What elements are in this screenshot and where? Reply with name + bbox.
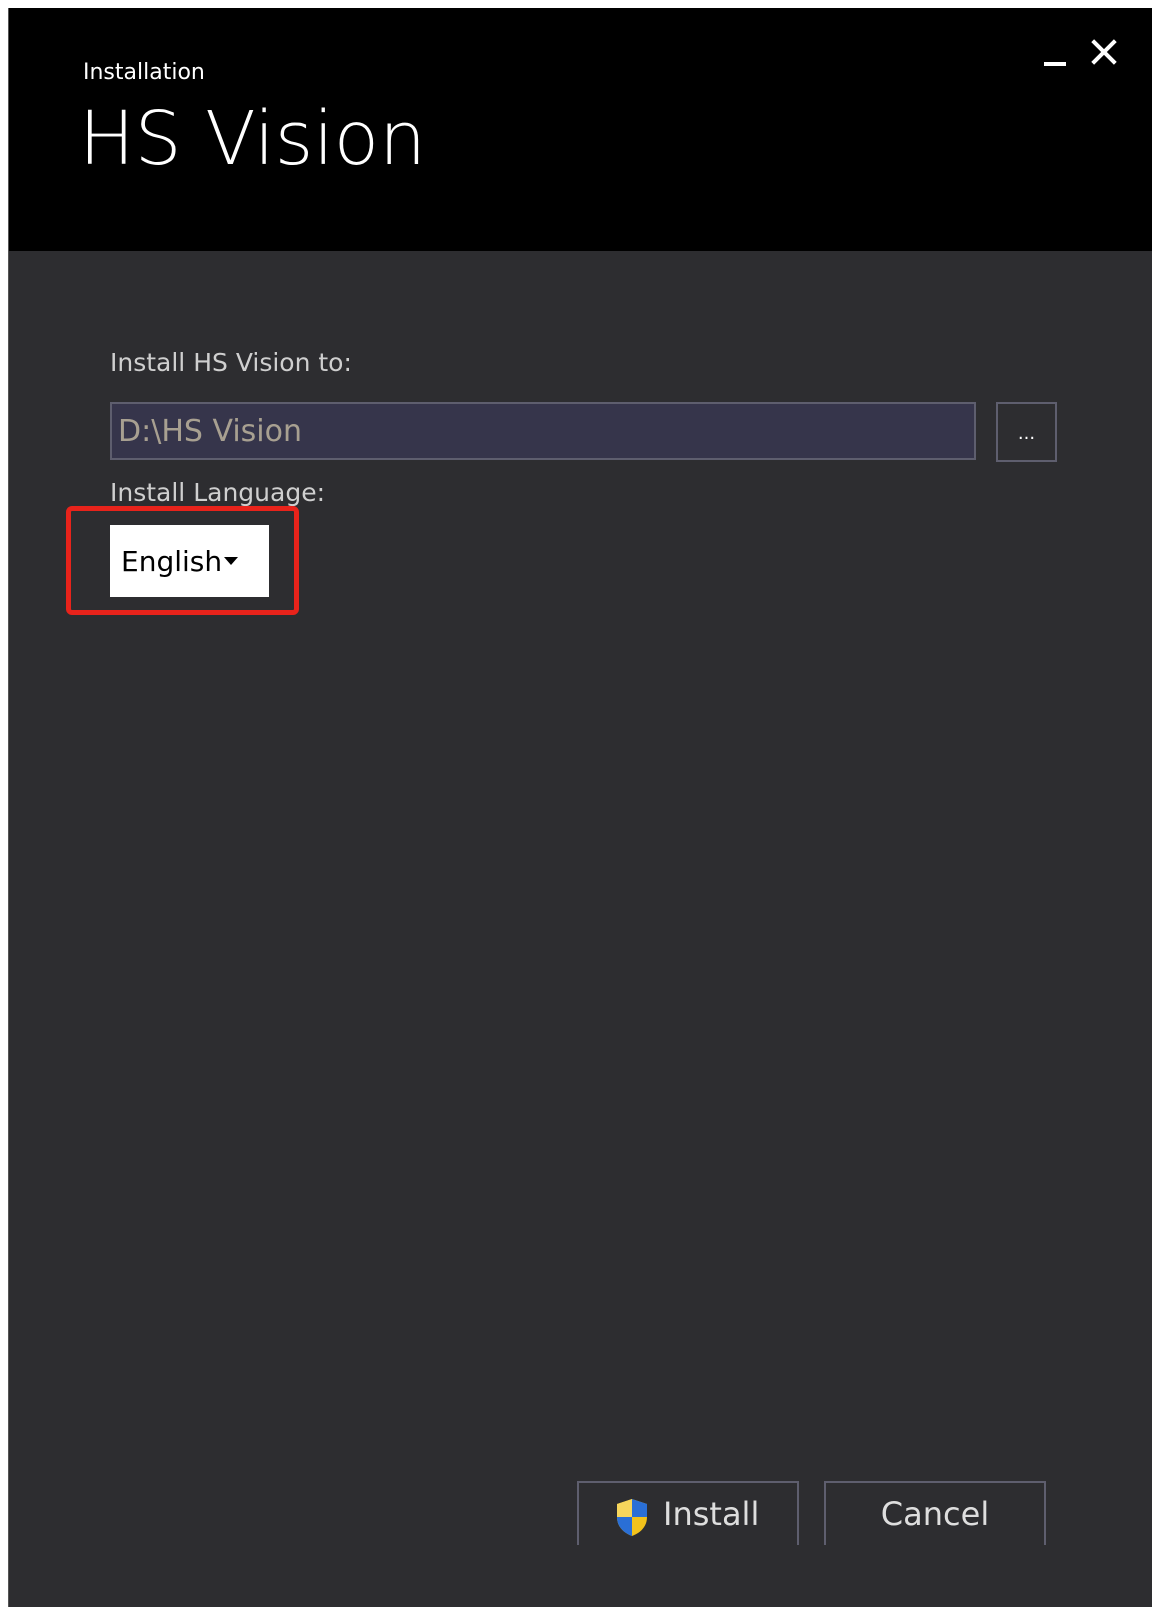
install-path-label: Install HS Vision to: xyxy=(110,348,352,377)
installer-window: Installation HS Vision Install HS Vision… xyxy=(8,8,1152,1607)
chevron-down-icon xyxy=(224,557,238,565)
install-path-input[interactable] xyxy=(110,402,976,460)
installer-subtitle: Installation xyxy=(83,60,205,85)
language-selected-value: English xyxy=(121,545,223,578)
install-button-label: Install xyxy=(663,1495,760,1533)
install-button[interactable]: Install xyxy=(577,1481,799,1545)
browse-button[interactable]: ... xyxy=(996,402,1057,462)
cancel-button[interactable]: Cancel xyxy=(824,1481,1046,1545)
language-dropdown[interactable]: English xyxy=(110,525,269,597)
minimize-icon[interactable] xyxy=(1034,32,1074,72)
app-title: HS Vision xyxy=(79,96,426,182)
installer-header: Installation HS Vision xyxy=(9,8,1152,251)
install-language-label: Install Language: xyxy=(110,478,326,507)
shield-icon xyxy=(617,1499,647,1536)
cancel-button-label: Cancel xyxy=(880,1495,990,1533)
close-icon[interactable] xyxy=(1084,32,1124,72)
